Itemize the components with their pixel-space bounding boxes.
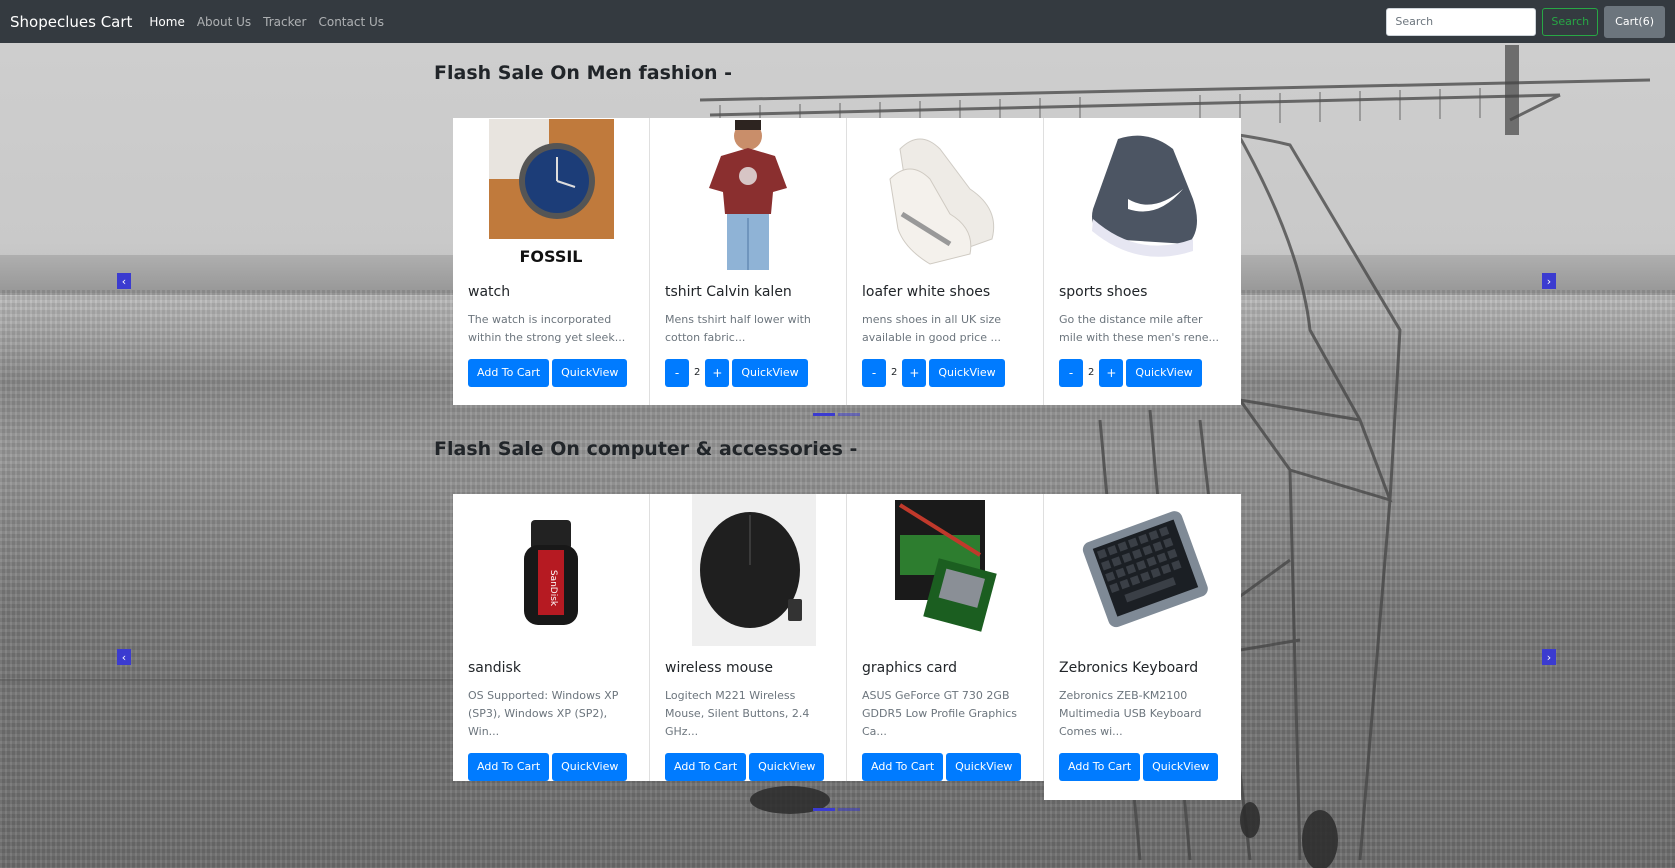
product-description: Go the distance mile after mile with the…: [1059, 312, 1219, 344]
product-name: watch: [468, 284, 511, 300]
add-to-cart-button[interactable]: Add To Cart: [862, 752, 944, 781]
carousel-prev-icon[interactable]: ‹: [117, 273, 131, 289]
product-name: graphics card: [862, 660, 957, 676]
indicator-2[interactable]: [838, 413, 860, 416]
product-description: The watch is incorporated within the str…: [468, 312, 626, 344]
white-shoes-image[interactable]: [862, 118, 1028, 270]
quickview-button[interactable]: QuickView: [1143, 752, 1219, 781]
sports-shoes-image[interactable]: [1059, 118, 1226, 270]
carousel-next-icon[interactable]: ›: [1542, 273, 1556, 289]
product-description: ASUS GeForce GT 730 2GB GDDR5 Low Profil…: [862, 688, 1018, 738]
carousel-indicators-men: [813, 413, 860, 416]
carousel-indicators-computer: [813, 808, 860, 811]
qty-minus-button[interactable]: -: [665, 358, 689, 387]
quickview-button[interactable]: QuickView: [929, 358, 1005, 387]
qty-value: 2: [1088, 367, 1095, 379]
qty-minus-button[interactable]: -: [1059, 358, 1083, 387]
nav-search-group: Search Cart(6): [1386, 5, 1665, 38]
graphics-card-image[interactable]: [862, 494, 1028, 646]
qty-value: 2: [694, 367, 701, 379]
carousel-next-icon[interactable]: ›: [1542, 649, 1556, 665]
qty-value: 2: [891, 367, 898, 379]
qty-plus-button[interactable]: +: [902, 358, 927, 387]
section-title-men-fashion: Flash Sale On Men fashion -: [434, 62, 733, 84]
quickview-button[interactable]: QuickView: [749, 752, 825, 781]
add-to-cart-button[interactable]: Add To Cart: [468, 752, 550, 781]
indicator-2[interactable]: [838, 808, 860, 811]
search-button[interactable]: Search: [1542, 7, 1599, 36]
product-name: tshirt Calvin kalen: [665, 284, 792, 300]
nav-contact[interactable]: Contact Us: [318, 15, 384, 29]
usb-drive-image[interactable]: SanDisk: [468, 494, 634, 646]
carousel-men-fashion: FOSSIL watch The watch is incorporated w…: [453, 118, 1241, 405]
product-description: Zebronics ZEB-KM2100 Multimedia USB Keyb…: [1059, 688, 1202, 738]
indicator-1[interactable]: [813, 413, 835, 416]
nav-tracker[interactable]: Tracker: [263, 15, 306, 29]
top-navbar: Shopeclues Cart Home About Us Tracker Co…: [0, 0, 1675, 43]
nav-home[interactable]: Home: [149, 15, 184, 29]
watch-image[interactable]: FOSSIL: [468, 118, 634, 270]
search-input[interactable]: [1386, 7, 1537, 36]
add-to-cart-button[interactable]: Add To Cart: [468, 358, 550, 387]
quickview-button[interactable]: QuickView: [552, 752, 628, 781]
product-name: sports shoes: [1059, 284, 1148, 300]
product-card-sandisk: SanDisk sandisk OS Supported: Windows XP…: [453, 494, 650, 781]
product-name: wireless mouse: [665, 660, 773, 676]
quickview-button[interactable]: QuickView: [552, 358, 628, 387]
product-card-mouse: wireless mouse Logitech M221 Wireless Mo…: [650, 494, 847, 781]
add-to-cart-button[interactable]: Add To Cart: [665, 752, 747, 781]
cart-button[interactable]: Cart(6): [1604, 5, 1665, 38]
quickview-button[interactable]: QuickView: [1126, 358, 1202, 387]
product-card-graphics: graphics card ASUS GeForce GT 730 2GB GD…: [847, 494, 1044, 781]
product-description: Logitech M221 Wireless Mouse, Silent But…: [665, 688, 810, 738]
product-description: Mens tshirt half lower with cotton fabri…: [665, 312, 811, 344]
keyboard-image[interactable]: [1059, 494, 1226, 646]
qty-minus-button[interactable]: -: [862, 358, 886, 387]
product-description: OS Supported: Windows XP (SP3), Windows …: [468, 688, 619, 738]
quickview-button[interactable]: QuickView: [946, 752, 1022, 781]
product-name: loafer white shoes: [862, 284, 991, 300]
sandisk-logo-text: SanDisk: [548, 570, 558, 607]
brand-logo[interactable]: Shopeclues Cart: [10, 13, 132, 31]
carousel-computer: SanDisk sandisk OS Supported: Windows XP…: [453, 494, 1241, 800]
product-description: mens shoes in all UK size available in g…: [862, 312, 1002, 344]
carousel-prev-icon[interactable]: ‹: [117, 649, 131, 665]
product-card-loafer: loafer white shoes mens shoes in all UK …: [847, 118, 1044, 405]
mouse-image[interactable]: [692, 494, 816, 646]
product-card-sports-shoes: sports shoes Go the distance mile after …: [1044, 118, 1241, 405]
product-card-keyboard: Zebronics Keyboard Zebronics ZEB-KM2100 …: [1044, 494, 1241, 800]
quickview-button[interactable]: QuickView: [732, 358, 808, 387]
product-name: Zebronics Keyboard: [1059, 660, 1199, 676]
product-card-watch: FOSSIL watch The watch is incorporated w…: [453, 118, 650, 405]
fossil-logo-text: FOSSIL: [519, 247, 582, 266]
qty-plus-button[interactable]: +: [1099, 358, 1124, 387]
product-card-tshirt: tshirt Calvin kalen Mens tshirt half low…: [650, 118, 847, 405]
tshirt-image[interactable]: [665, 118, 831, 270]
nav-about[interactable]: About Us: [197, 15, 251, 29]
section-title-computer: Flash Sale On computer & accessories -: [434, 438, 858, 460]
indicator-1[interactable]: [813, 808, 835, 811]
qty-plus-button[interactable]: +: [705, 358, 730, 387]
product-name: sandisk: [468, 660, 521, 676]
add-to-cart-button[interactable]: Add To Cart: [1059, 752, 1141, 781]
